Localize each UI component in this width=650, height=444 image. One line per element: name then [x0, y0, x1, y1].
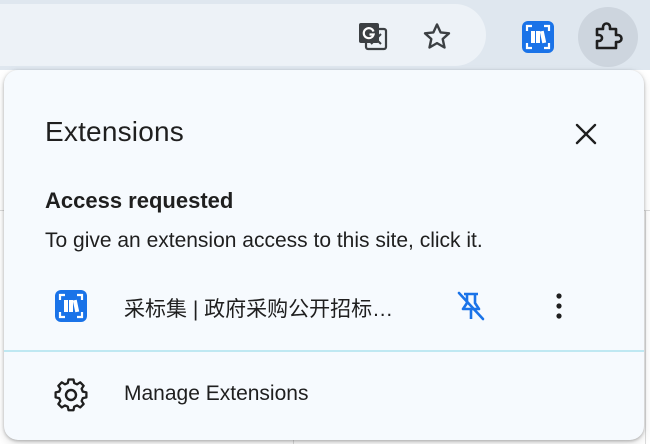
close-icon — [575, 123, 597, 145]
browser-toolbar — [0, 0, 650, 70]
popup-title: Extensions — [45, 116, 184, 147]
extensions-popup: Extensions Access requested To give an e… — [4, 70, 644, 440]
popup-divider — [4, 350, 644, 352]
translate-button[interactable] — [350, 14, 396, 60]
puzzle-piece-icon — [595, 22, 623, 50]
google-translate-icon — [359, 23, 388, 51]
manage-extensions-label: Manage Extensions — [124, 382, 309, 405]
gear-icon — [54, 378, 88, 412]
unpin-icon — [457, 291, 485, 321]
star-outline-icon — [423, 23, 451, 49]
extension-name: 采标集 | 政府采购公开招标信息 — [124, 298, 414, 321]
access-requested-heading: Access requested — [45, 188, 234, 213]
access-requested-description: To give an extension access to this site… — [45, 229, 483, 252]
browser-window: Extensions Access requested To give an e… — [0, 0, 650, 444]
caibiaoji-extension-icon — [522, 21, 554, 53]
close-button[interactable] — [566, 114, 606, 154]
bookmark-button[interactable] — [414, 14, 460, 60]
page-divider-vertical — [645, 210, 646, 444]
extensions-menu-button[interactable] — [578, 7, 638, 67]
extension-more-options-button[interactable] — [538, 285, 580, 327]
caibiaoji-extension-icon — [55, 290, 87, 322]
extension-item[interactable]: 采标集 | 政府采购公开招标信息 — [4, 275, 644, 335]
pinned-extension-button[interactable] — [514, 14, 562, 60]
manage-extensions-item[interactable]: Manage Extensions — [4, 366, 644, 424]
more-vertical-icon — [556, 293, 562, 319]
unpin-extension-button[interactable] — [450, 285, 492, 327]
